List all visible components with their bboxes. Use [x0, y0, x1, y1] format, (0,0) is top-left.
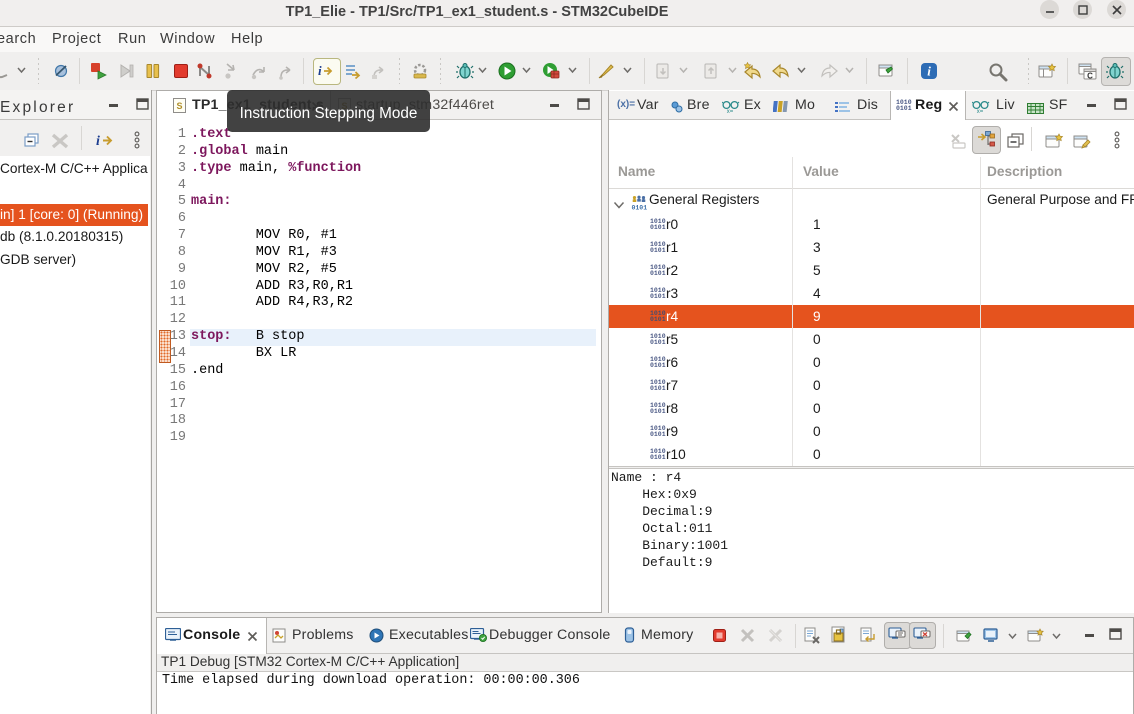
svg-text:i: i [96, 134, 100, 149]
svg-text:i: i [927, 64, 931, 79]
svg-text:x=: x= [727, 109, 734, 113]
svg-text:i: i [318, 63, 322, 78]
svg-text:S: S [176, 101, 182, 111]
svg-text:0101: 0101 [632, 205, 648, 212]
svg-text:x=: x= [977, 109, 984, 113]
svg-text:C: C [1087, 72, 1093, 81]
